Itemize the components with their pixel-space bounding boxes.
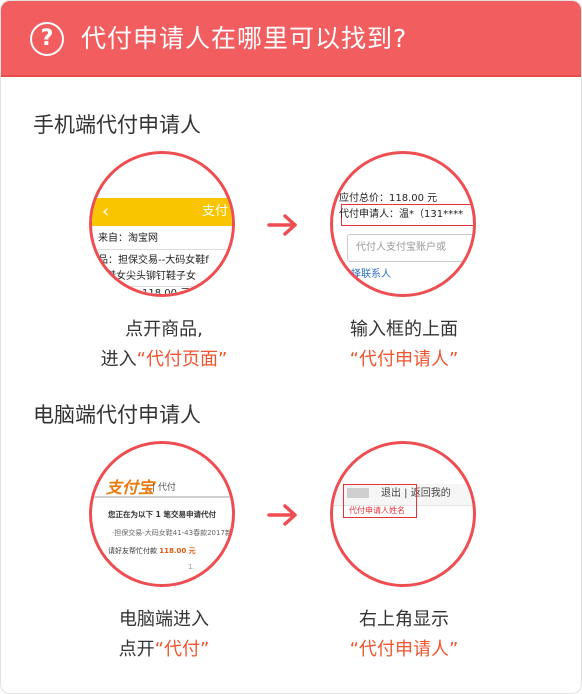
order-item: ·担保交易-大码女鞋41-43春款2017新款百搭 [112, 529, 232, 537]
arrow-right-icon [267, 504, 297, 526]
question-circle-icon: ? [30, 22, 64, 56]
caption-step-4: 右上角显示 “代付申请人” [294, 605, 514, 665]
caption-plain: 点开 [118, 639, 155, 660]
arrow-right-icon [267, 214, 297, 236]
amount-line: 请好友帮忙付款 118.00 元 [108, 546, 196, 556]
caption-line: 右上角显示 [359, 609, 449, 630]
request-heading: 您正在为以下 1 笔交易申请代付 [108, 510, 216, 519]
divider [92, 249, 232, 250]
price-line: 118.00 元 [142, 288, 191, 297]
payer-account-input: 代付人支付宝账户或 [347, 234, 473, 262]
help-card: ? 代付申请人在哪里可以找到? 手机端代付申请人 ‹ 支付 来自：淘宝网 品：担… [0, 0, 582, 694]
caption-line: 进入“代付页面” [54, 345, 274, 375]
payer-line: 代付申请人：温*（131**** [339, 209, 464, 220]
from-line: 来自：淘宝网 [98, 233, 158, 244]
payer-name-label: 代付申请人姓名 [349, 506, 405, 515]
product-line-2: 底鞋女尖头铆钉鞋子女 [96, 271, 196, 282]
caption-plain: 进入 [100, 349, 137, 370]
section-title-mobile: 手机端代付申请人 [33, 113, 201, 137]
screenshot-circle-mobile-payer: 应付总价：118.00 元 代付申请人：温*（131**** 代付人支付宝账户或… [330, 151, 476, 297]
caption-highlight: “代付申请人” [349, 349, 459, 370]
divider [92, 496, 232, 498]
screenshot-circle-desktop-alipay: 支付宝 | 代付 您正在为以下 1 笔交易申请代付 ·担保交易-大码女鞋41-4… [89, 441, 235, 587]
caption-step-2: 输入框的上面 “代付申请人” [294, 315, 514, 375]
caption-line: 点开商品, [125, 319, 203, 340]
amount-value: 118.00 元 [159, 547, 196, 555]
screenshot-circle-mobile-product: ‹ 支付 来自：淘宝网 品：担保交易--大码女鞋f 底鞋女尖头铆钉鞋子女 118… [89, 151, 235, 297]
pay-label: 支付 [202, 204, 229, 219]
page-title: 代付申请人在哪里可以找到? [81, 24, 408, 53]
caption-line: 点开“代付” [54, 635, 274, 665]
amount-prefix: 请好友帮忙付款 [108, 547, 157, 555]
alipay-logo-sub: | 代付 [152, 483, 176, 493]
caption-highlight: “代付” [154, 639, 210, 660]
caption-step-1: 点开商品, 进入“代付页面” [54, 315, 274, 375]
product-line: 品：担保交易--大码女鞋f [98, 255, 209, 266]
caption-line: 输入框的上面 [350, 319, 458, 340]
back-arrow-icon: ‹ [102, 201, 110, 222]
caption-line: 电脑端进入 [119, 609, 209, 630]
header-bar: ? 代付申请人在哪里可以找到? [1, 1, 581, 77]
caption-highlight: “代付页面” [136, 349, 228, 370]
alipay-logo: 支付宝 [106, 478, 155, 497]
select-contact-link: 选择联系人 [341, 269, 391, 280]
caption-highlight: “代付申请人” [349, 639, 459, 660]
amount-tail: 1. [188, 563, 195, 571]
section-title-desktop: 电脑端代付申请人 [33, 403, 201, 427]
screenshot-circle-desktop-top: 退出 | 返回我的 代付申请人姓名 [330, 441, 476, 587]
caption-step-3: 电脑端进入 点开“代付” [54, 605, 274, 665]
